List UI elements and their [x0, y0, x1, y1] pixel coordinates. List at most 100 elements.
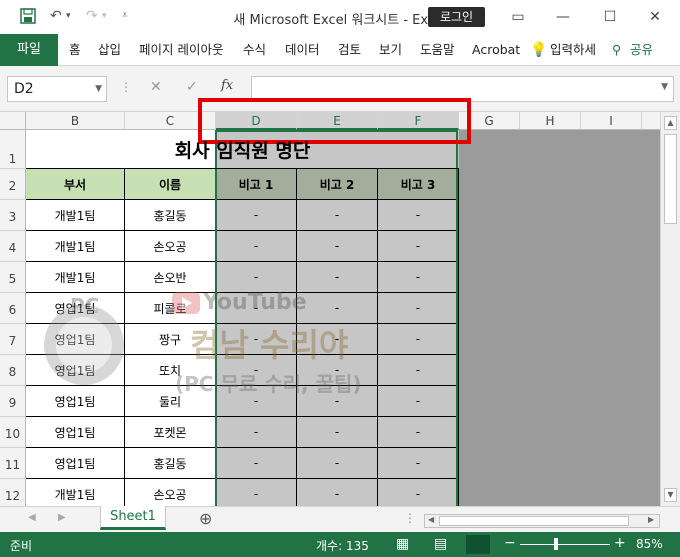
tab-acrobat[interactable]: Acrobat	[472, 34, 520, 66]
scroll-down-icon[interactable]: ▼	[664, 488, 677, 502]
row-header-11[interactable]: 11	[0, 448, 26, 479]
table-cell[interactable]: 피콜로	[125, 293, 216, 324]
table-cell[interactable]: -	[378, 262, 459, 293]
tab-file[interactable]: 파일	[0, 34, 58, 66]
login-button[interactable]: 로그인	[428, 7, 485, 27]
table-cell[interactable]: 개발1팀	[26, 479, 125, 506]
column-header-h[interactable]: H	[520, 112, 581, 130]
table-cell[interactable]: 영업1팀	[26, 355, 125, 386]
header-cell[interactable]: 부서	[26, 169, 125, 200]
scroll-left-icon[interactable]: ◀	[428, 515, 434, 524]
row-header-10[interactable]: 10	[0, 417, 26, 448]
row-header-9[interactable]: 9	[0, 386, 26, 417]
table-cell[interactable]: -	[297, 324, 378, 355]
table-cell[interactable]: -	[378, 324, 459, 355]
vertical-scroll-thumb[interactable]	[664, 134, 677, 224]
table-cell[interactable]: -	[378, 386, 459, 417]
row-header-6[interactable]: 6	[0, 293, 26, 324]
table-cell[interactable]: -	[216, 200, 297, 231]
sheet-tab-sheet1[interactable]: Sheet1	[100, 506, 166, 530]
zoom-in-icon[interactable]: +	[614, 535, 626, 551]
table-cell[interactable]: -	[378, 355, 459, 386]
tab-data[interactable]: 데이터	[285, 34, 320, 66]
column-header-i[interactable]: I	[581, 112, 642, 130]
table-cell[interactable]: -	[297, 200, 378, 231]
tab-split-handle[interactable]: ⋮	[404, 511, 416, 525]
share-button[interactable]: 공유	[630, 34, 653, 66]
table-cell[interactable]: -	[216, 479, 297, 506]
column-header-b[interactable]: B	[26, 112, 125, 130]
table-cell[interactable]: -	[216, 386, 297, 417]
table-cell[interactable]: -	[378, 293, 459, 324]
row-header-1[interactable]: 1	[0, 130, 26, 169]
minimize-button[interactable]: —	[548, 6, 578, 28]
header-cell[interactable]: 비고 1	[216, 169, 297, 200]
page-layout-view-icon[interactable]: ▤	[434, 536, 447, 552]
table-cell[interactable]: -	[297, 448, 378, 479]
table-cell[interactable]: 개발1팀	[26, 200, 125, 231]
horizontal-scrollbar[interactable]: ◀ ▶	[424, 514, 660, 528]
table-cell[interactable]: -	[297, 417, 378, 448]
tab-page-layout[interactable]: 페이지 레이아웃	[139, 34, 223, 66]
table-cell[interactable]: 홍길동	[125, 448, 216, 479]
scroll-up-icon[interactable]: ▲	[664, 116, 677, 130]
header-cell[interactable]: 비고 3	[378, 169, 459, 200]
insert-function-button[interactable]: fx	[221, 78, 233, 93]
table-cell[interactable]: -	[216, 293, 297, 324]
enter-icon[interactable]: ✓	[186, 79, 198, 95]
zoom-out-icon[interactable]: −	[504, 535, 516, 551]
row-header-3[interactable]: 3	[0, 200, 26, 231]
next-sheet-icon[interactable]: ▶	[58, 512, 66, 523]
ribbon-display-options-icon[interactable]: ▭	[503, 6, 533, 28]
horizontal-scroll-thumb[interactable]	[439, 516, 629, 526]
tab-review[interactable]: 검토	[338, 34, 361, 66]
table-cell[interactable]: 둘리	[125, 386, 216, 417]
table-cell[interactable]: -	[216, 355, 297, 386]
tab-home[interactable]: 홈	[69, 34, 81, 66]
table-cell[interactable]: 짱구	[125, 324, 216, 355]
maximize-button[interactable]: ☐	[595, 6, 625, 28]
table-cell[interactable]: -	[378, 417, 459, 448]
table-cell[interactable]: -	[216, 231, 297, 262]
sheet-title[interactable]: 회사 임직원 명단	[26, 130, 459, 169]
table-cell[interactable]: -	[216, 262, 297, 293]
table-cell[interactable]: 영업1팀	[26, 293, 125, 324]
table-cell[interactable]: 영업1팀	[26, 448, 125, 479]
cancel-icon[interactable]: ✕	[150, 79, 162, 95]
select-all-corner[interactable]	[0, 112, 26, 130]
table-cell[interactable]: -	[378, 479, 459, 506]
table-cell[interactable]: -	[378, 200, 459, 231]
table-cell[interactable]: 손오반	[125, 262, 216, 293]
scroll-right-icon[interactable]: ▶	[648, 515, 654, 524]
tab-help[interactable]: 도움말	[420, 34, 455, 66]
close-button[interactable]: ✕	[640, 6, 670, 28]
table-cell[interactable]: -	[378, 231, 459, 262]
table-cell[interactable]: -	[378, 448, 459, 479]
table-cell[interactable]: 개발1팀	[26, 231, 125, 262]
zoom-slider-thumb[interactable]	[554, 538, 558, 550]
page-break-view-icon[interactable]	[466, 535, 490, 554]
table-cell[interactable]: -	[297, 262, 378, 293]
tab-view[interactable]: 보기	[379, 34, 402, 66]
table-cell[interactable]: 또치	[125, 355, 216, 386]
table-cell[interactable]: 영업1팀	[26, 324, 125, 355]
row-header-5[interactable]: 5	[0, 262, 26, 293]
vertical-scrollbar[interactable]: ▲ ▼	[660, 112, 680, 506]
header-cell[interactable]: 이름	[125, 169, 216, 200]
zoom-level[interactable]: 85%	[636, 537, 663, 551]
table-cell[interactable]: -	[297, 355, 378, 386]
row-header-7[interactable]: 7	[0, 324, 26, 355]
zoom-slider-track[interactable]	[520, 544, 610, 545]
tab-formulas[interactable]: 수식	[243, 34, 266, 66]
tell-me-input[interactable]: 입력하세	[550, 34, 596, 66]
row-header-8[interactable]: 8	[0, 355, 26, 386]
table-cell[interactable]: -	[297, 479, 378, 506]
normal-view-icon[interactable]: ▦	[396, 536, 409, 552]
table-cell[interactable]: -	[297, 293, 378, 324]
name-box[interactable]: D2 ▼	[7, 76, 107, 102]
header-cell[interactable]: 비고 2	[297, 169, 378, 200]
worksheet-grid[interactable]: B C D E F G H I 1 2 3 4 5 6 7 8 9 10 11 12 회사 임직원 명…	[0, 112, 680, 506]
table-cell[interactable]: -	[297, 386, 378, 417]
row-header-12[interactable]: 12	[0, 479, 26, 506]
table-cell[interactable]: 개발1팀	[26, 262, 125, 293]
